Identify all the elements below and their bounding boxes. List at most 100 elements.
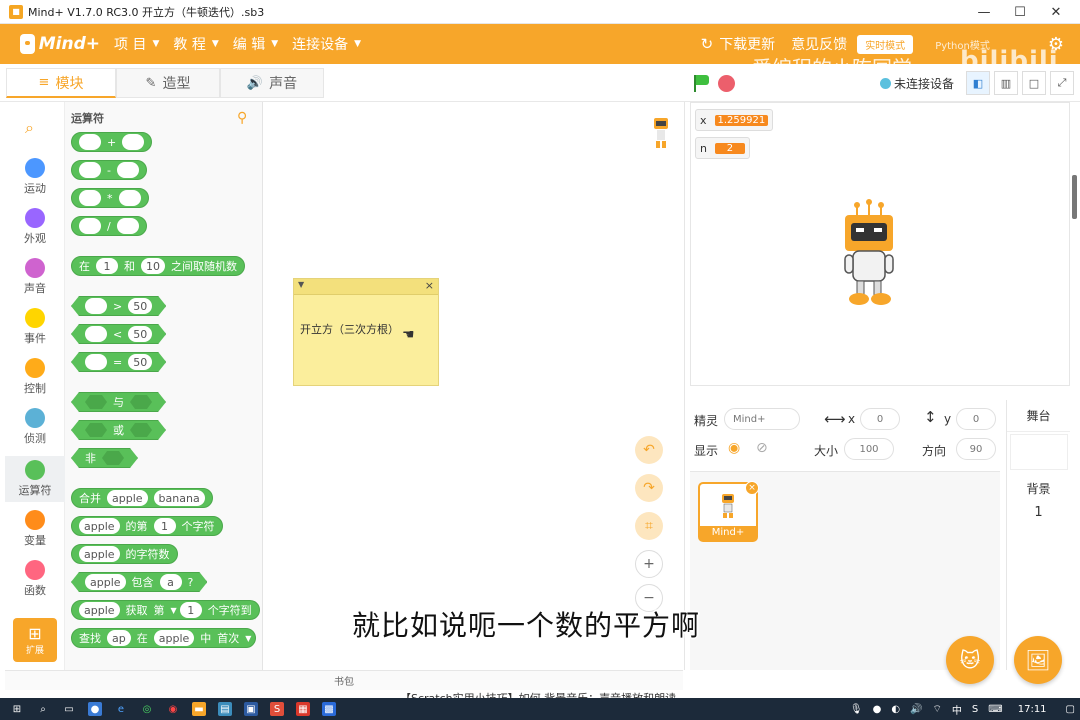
chrome-icon[interactable]: ◉ bbox=[166, 702, 180, 716]
menu-edit[interactable]: 编 辑 ▼ bbox=[233, 34, 278, 54]
tab-blocks[interactable]: ≡ 模块 bbox=[6, 68, 116, 98]
windows-start-icon[interactable]: ⊞ bbox=[10, 702, 24, 716]
close-icon[interactable]: × bbox=[425, 279, 434, 292]
direction-input[interactable]: 90 bbox=[956, 438, 996, 460]
menu-tutorial[interactable]: 教 程 ▼ bbox=[173, 34, 218, 54]
variable-monitor-n[interactable]: n2 bbox=[695, 137, 750, 159]
add-backdrop-icon[interactable]: 🖼 bbox=[1014, 636, 1062, 684]
stage-selector-panel[interactable]: 舞台 背景 1 bbox=[1006, 400, 1070, 670]
sprite-card-mindplus[interactable]: Mind+ × bbox=[698, 481, 759, 542]
mindplus-taskbar-icon[interactable]: ▣ bbox=[244, 702, 258, 716]
block-not[interactable]: 非 bbox=[71, 448, 138, 468]
lang-indicator[interactable]: S bbox=[972, 704, 978, 715]
app-icon[interactable]: ▩ bbox=[322, 702, 336, 716]
ime-indicator[interactable]: 中 bbox=[952, 702, 962, 717]
category-functions[interactable]: 函数 bbox=[5, 560, 65, 598]
minimize-button[interactable]: — bbox=[966, 0, 1002, 24]
note-header[interactable]: ▼ × bbox=[294, 279, 438, 295]
category-motion[interactable]: 运动 bbox=[5, 158, 65, 196]
notification-icon[interactable]: ▢ bbox=[1066, 704, 1075, 715]
crop-icon[interactable]: ⌗ bbox=[635, 512, 663, 540]
note-text[interactable]: 开立方（三次方根） bbox=[294, 295, 438, 337]
green-flag-icon[interactable] bbox=[692, 74, 710, 92]
category-sensing[interactable]: 侦测 bbox=[5, 408, 65, 446]
feedback-button[interactable]: 意见反馈 bbox=[791, 34, 847, 54]
realtime-mode-button[interactable]: 实时模式 bbox=[857, 34, 914, 54]
y-input[interactable]: 0 bbox=[956, 408, 996, 430]
category-events[interactable]: 事件 bbox=[5, 308, 65, 346]
variable-monitor-x[interactable]: x 1.259921 bbox=[695, 109, 774, 131]
block-substring[interactable]: apple 获取第 ▼ 1 个字符到 bbox=[71, 600, 260, 620]
medium-stage-icon[interactable]: ▥ bbox=[994, 71, 1018, 95]
tab-costumes[interactable]: ✎ 造型 bbox=[116, 68, 220, 98]
pin-icon[interactable]: ⚲ bbox=[237, 110, 247, 126]
block-find[interactable]: 查找 ap 在 apple 中首次 ▼ bbox=[71, 628, 257, 648]
block-contains[interactable]: apple 包含 a? bbox=[71, 572, 207, 592]
delete-sprite-icon[interactable]: × bbox=[745, 481, 759, 495]
block-subtract[interactable]: - bbox=[71, 160, 147, 180]
extensions-button[interactable]: ⊞ 扩展 bbox=[13, 618, 57, 662]
category-looks[interactable]: 外观 bbox=[5, 208, 65, 246]
app-icon[interactable]: S bbox=[270, 702, 284, 716]
block-length-of[interactable]: apple 的字符数 bbox=[71, 544, 178, 564]
folder-icon[interactable]: ▬ bbox=[192, 702, 206, 716]
block-greater-than[interactable]: >50 bbox=[71, 296, 166, 316]
wechat-icon[interactable]: ◎ bbox=[140, 702, 154, 716]
app-icon[interactable]: ● bbox=[88, 702, 102, 716]
redo-icon[interactable]: ↷ bbox=[635, 474, 663, 502]
block-and[interactable]: 与 bbox=[71, 392, 166, 412]
fullscreen-icon[interactable]: ⤢ bbox=[1050, 71, 1074, 95]
x-input[interactable]: 0 bbox=[860, 408, 900, 430]
category-variables[interactable]: 变量 bbox=[5, 510, 65, 548]
zoom-in-icon[interactable]: + bbox=[635, 550, 663, 578]
eye-off-icon[interactable]: ⊘ bbox=[756, 440, 768, 456]
mic-icon[interactable]: 🎙 bbox=[850, 704, 863, 715]
block-random[interactable]: 在 1 和 10 之间取随机数 bbox=[71, 256, 245, 276]
window-scrollbar[interactable] bbox=[1072, 175, 1077, 219]
maximize-button[interactable]: ☐ bbox=[1002, 0, 1038, 24]
undo-icon[interactable]: ↶ bbox=[635, 436, 663, 464]
speaker-icon[interactable]: 🔊 bbox=[910, 704, 922, 715]
clock[interactable]: 17:11 bbox=[1018, 704, 1047, 715]
block-join[interactable]: 合并 apple banana bbox=[71, 488, 213, 508]
app-icon[interactable]: ▤ bbox=[218, 702, 232, 716]
block-letter-of[interactable]: apple 的第 1 个字符 bbox=[71, 516, 223, 536]
menu-project[interactable]: 项 目 ▼ bbox=[114, 34, 159, 54]
large-stage-icon[interactable]: □ bbox=[1022, 71, 1046, 95]
close-window-button[interactable]: ✕ bbox=[1038, 0, 1074, 24]
download-update-button[interactable]: ↻ 下载更新 bbox=[701, 34, 776, 54]
block-equals[interactable]: = 50 bbox=[71, 352, 166, 372]
block-less-than[interactable]: <50 bbox=[71, 324, 166, 344]
script-workspace[interactable]: ▼ × 开立方（三次方根） ☚ ↶ ↷ ⌗ + − bbox=[263, 102, 685, 670]
add-sprite-icon[interactable]: 🐱 bbox=[946, 636, 994, 684]
size-input[interactable]: 100 bbox=[844, 438, 894, 460]
device-connection-status[interactable]: 未连接设备 bbox=[880, 75, 954, 92]
keyboard-icon[interactable]: ⌨ bbox=[988, 704, 1002, 715]
stage-canvas[interactable]: x 1.259921 n2 bbox=[690, 102, 1070, 386]
block-or[interactable]: 或 bbox=[71, 420, 166, 440]
tray-icon[interactable]: ● bbox=[873, 704, 882, 715]
app-icon[interactable]: ▦ bbox=[296, 702, 310, 716]
block-multiply[interactable]: * bbox=[71, 188, 149, 208]
collapse-caret-icon[interactable]: ▼ bbox=[298, 280, 304, 289]
mindplus-mascot-sprite[interactable] bbox=[839, 199, 899, 307]
block-divide[interactable]: / bbox=[71, 216, 147, 236]
search-icon[interactable]: ⌕ bbox=[25, 118, 34, 138]
search-icon[interactable]: ⌕ bbox=[36, 702, 50, 716]
sprite-name-input[interactable]: Mind+ bbox=[724, 408, 800, 430]
category-sound[interactable]: 声音 bbox=[5, 258, 65, 296]
stop-icon[interactable] bbox=[718, 74, 735, 92]
task-view-icon[interactable]: ▭ bbox=[62, 702, 76, 716]
small-stage-icon[interactable]: ◧ bbox=[966, 71, 990, 95]
menu-connect-device[interactable]: 连接设备 ▼ bbox=[292, 34, 361, 54]
eye-icon[interactable]: ◉ bbox=[728, 440, 740, 456]
backpack-bar[interactable]: 书包 bbox=[5, 670, 683, 690]
stage-thumbnail[interactable] bbox=[1009, 434, 1068, 470]
category-control[interactable]: 控制 bbox=[5, 358, 65, 396]
comment-note[interactable]: ▼ × 开立方（三次方根） ☚ bbox=[293, 278, 439, 386]
tray-icon[interactable]: ◐ bbox=[891, 704, 900, 715]
block-add[interactable]: + bbox=[71, 132, 153, 152]
edge-browser-icon[interactable]: e bbox=[114, 702, 128, 716]
category-operators[interactable]: 运算符 bbox=[5, 456, 65, 502]
network-icon[interactable]: ⌔ bbox=[933, 703, 942, 716]
